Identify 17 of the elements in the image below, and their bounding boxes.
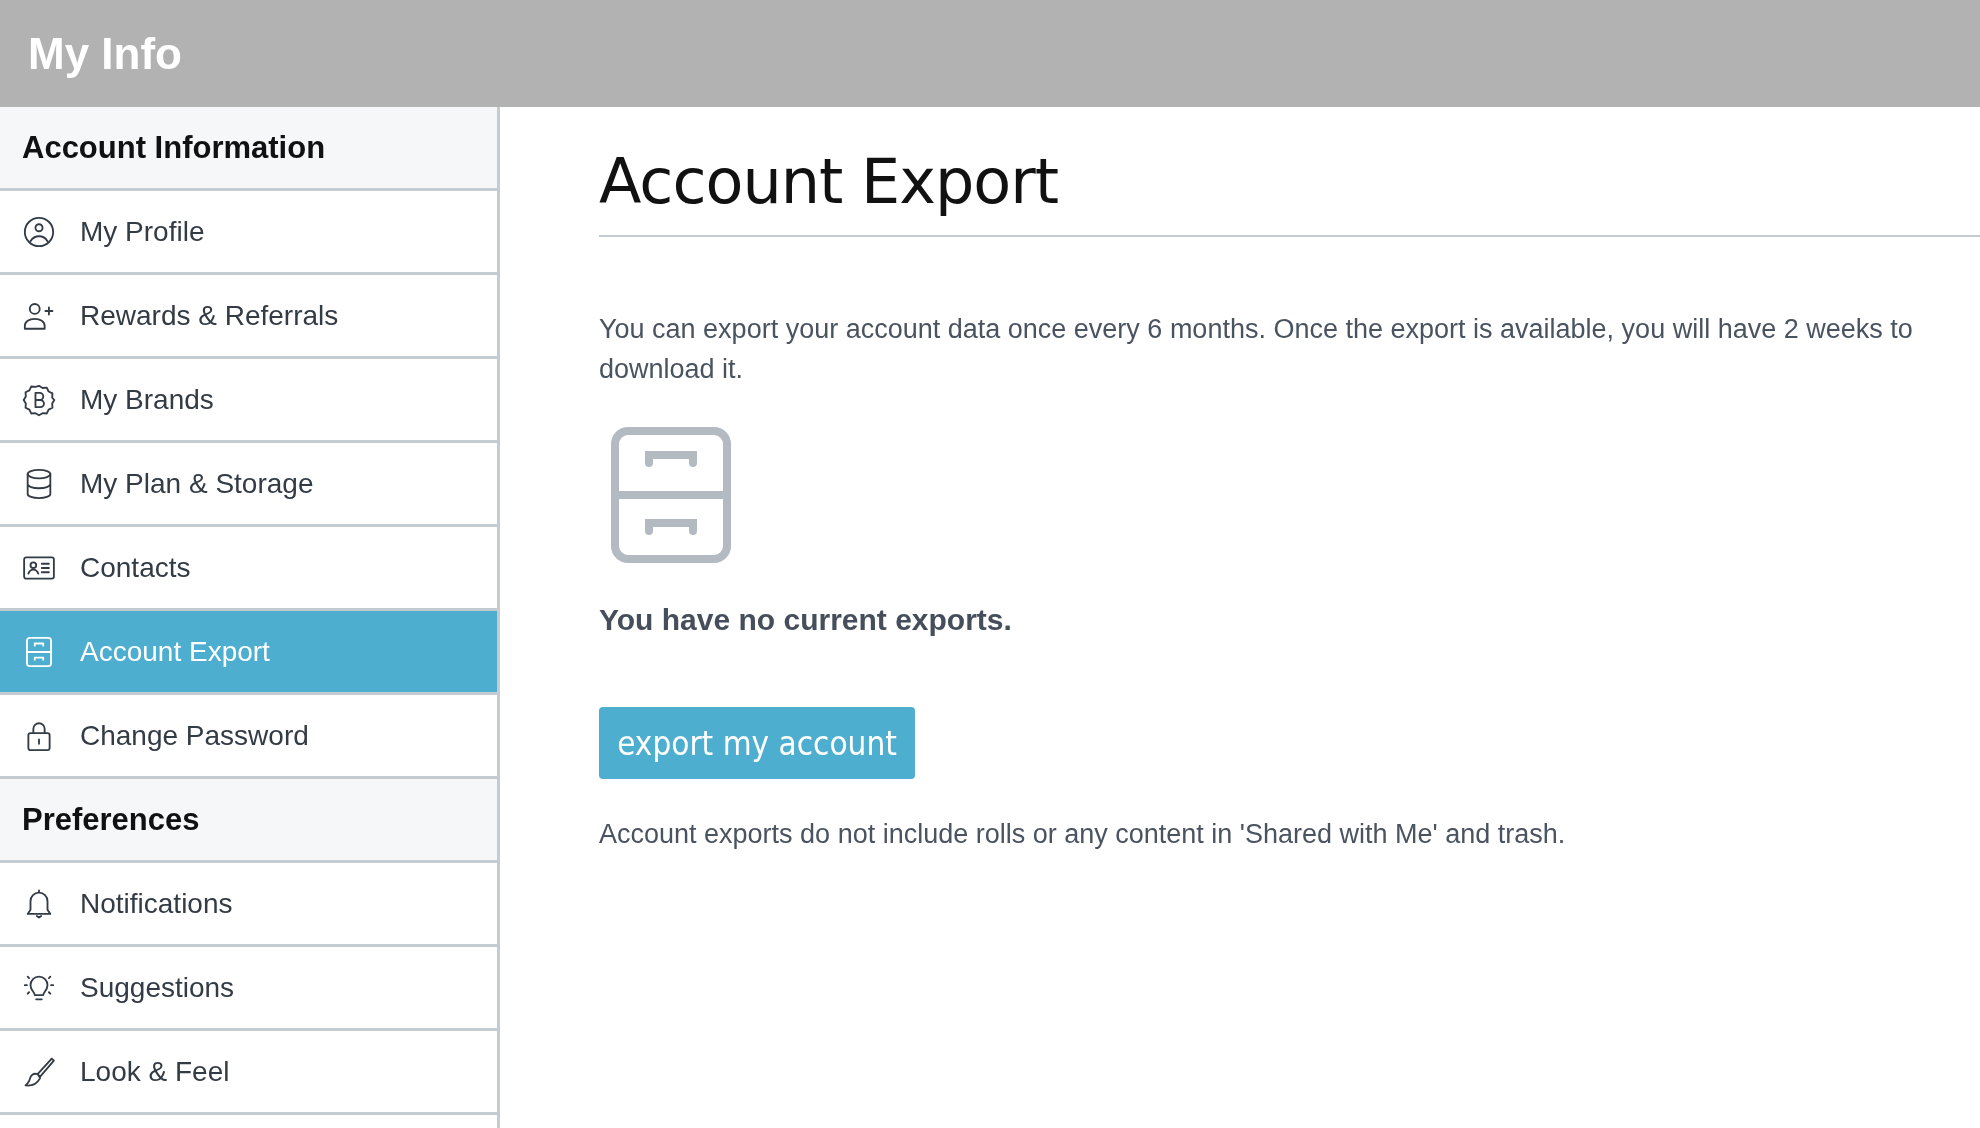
page-title: My Info	[28, 28, 182, 79]
sidebar-item[interactable]: Notifications	[0, 863, 497, 947]
badge-letter-icon	[22, 382, 56, 417]
sidebar-item[interactable]: My Plan & Storage	[0, 443, 497, 527]
sidebar-item[interactable]: My Brands	[0, 359, 497, 443]
sidebar-item[interactable]: My Profile	[0, 191, 497, 275]
section-title: Account Information	[22, 129, 326, 166]
sidebar-item[interactable]: Look & Feel	[0, 1031, 497, 1115]
sidebar-item[interactable]: Suggestions	[0, 947, 497, 1031]
sidebar-item[interactable]: Rewards & Referrals	[0, 275, 497, 359]
empty-message: You have no current exports.	[599, 603, 1013, 638]
description-text: You can export your account data once every 6 months. Once the export is available, you will have 2 weeks to download it.	[599, 313, 1914, 387]
user-circle-icon	[22, 214, 56, 249]
cabinet-icon	[611, 427, 731, 564]
section-title: Preferences	[22, 801, 200, 838]
note-text: Account exports do not include rolls or any content in 'Shared with Me' and trash.	[599, 819, 1567, 851]
page-heading: Account Export	[599, 145, 1059, 220]
